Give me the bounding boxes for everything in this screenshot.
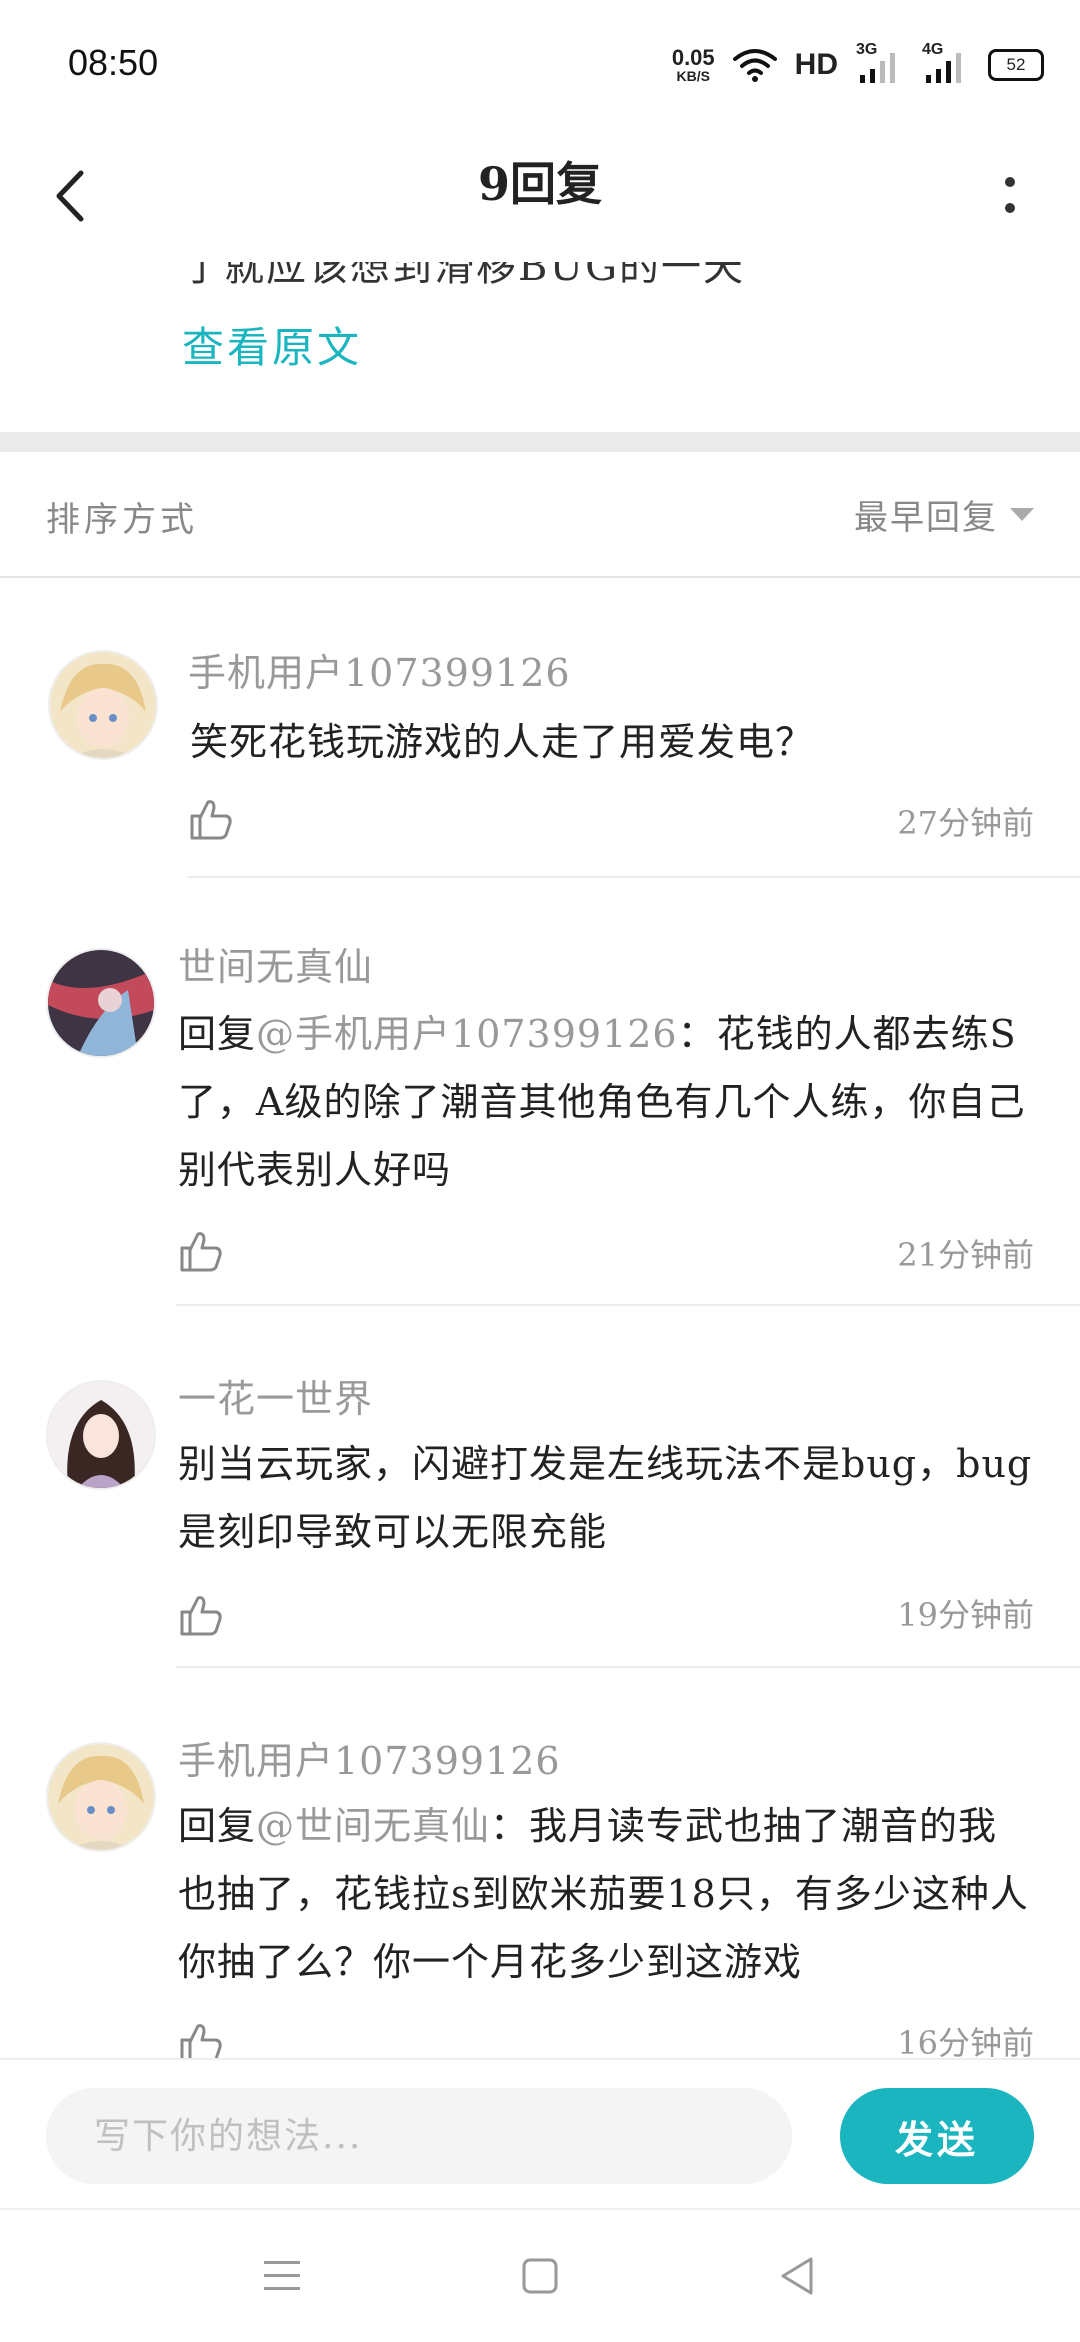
reply-mention[interactable]: @手机用户107399126 xyxy=(256,1012,678,1056)
home-nav-button[interactable] xyxy=(512,2248,568,2304)
comment-text: 别当云玩家，闪避打发是左线玩法不是bug，bug是刻印导致可以无限充能 xyxy=(178,1430,1034,1566)
avatar[interactable] xyxy=(46,948,156,1058)
thumbs-up-icon xyxy=(180,1232,222,1272)
net-speed-value: 0.05 xyxy=(671,45,715,70)
battery-level: 52 xyxy=(1006,55,1026,74)
sort-dropdown[interactable]: 最早回复 xyxy=(854,490,1034,539)
reply-separator: ： xyxy=(677,1012,717,1056)
back-triangle-icon xyxy=(781,2257,813,2295)
sort-selected: 最早回复 xyxy=(854,498,998,538)
signal-sim1-icon: 3G xyxy=(856,41,904,85)
home-square-icon xyxy=(522,2258,558,2294)
original-post-snippet: 了就应该想到滑移BUG的一天 查看原文 xyxy=(0,262,1080,432)
send-button[interactable]: 发送 xyxy=(840,2088,1034,2184)
status-icons: 0.05 KB/S HD 3G 4G 52 xyxy=(672,40,1044,90)
avatar[interactable] xyxy=(46,1380,156,1490)
comment-username[interactable]: 世间无真仙 xyxy=(178,936,373,991)
comment-body: 笑死花钱玩游戏的人走了用爱发电？ xyxy=(190,720,815,764)
section-divider xyxy=(0,432,1080,452)
comment-username[interactable]: 手机用户107399126 xyxy=(178,1730,561,1785)
thumbs-up-icon xyxy=(190,800,232,840)
page-title: 9回复 xyxy=(477,157,602,211)
comment-time: 21分钟前 xyxy=(897,1236,1034,1274)
reply-prefix: 回复 xyxy=(178,1012,257,1056)
comment-time: 19分钟前 xyxy=(897,1596,1034,1634)
comment-item: 手机用户107399126 回复@世间无真仙：我月读专武也抽了潮音的我也抽了，花… xyxy=(0,1668,1080,2058)
view-original-link[interactable]: 查看原文 xyxy=(182,314,362,375)
comment-time: 16分钟前 xyxy=(897,2024,1034,2058)
like-button[interactable] xyxy=(178,1592,228,1642)
thumbs-up-icon xyxy=(180,2024,222,2058)
reply-prefix: 回复 xyxy=(178,1804,257,1848)
avatar[interactable] xyxy=(46,1742,156,1852)
battery-icon: 52 xyxy=(988,49,1044,81)
avatar[interactable] xyxy=(48,650,158,760)
net-speed: 0.05 KB/S xyxy=(671,45,715,84)
comment-text: 笑死花钱玩游戏的人走了用爱发电？ xyxy=(190,708,1034,776)
more-vertical-icon xyxy=(1005,177,1015,213)
top-nav: 9回复 xyxy=(0,130,1080,264)
comment-text: 回复@世间无真仙：我月读专武也抽了潮音的我也抽了，花钱拉s到欧米茄要18只，有多… xyxy=(178,1792,1034,1996)
comment-text: 回复@手机用户107399126：花钱的人都去练S了，A级的除了潮音其他角色有几… xyxy=(178,1000,1034,1204)
reply-mention[interactable]: @世间无真仙 xyxy=(256,1804,490,1848)
thumbs-up-icon xyxy=(180,1596,222,1636)
reply-separator: ： xyxy=(490,1804,530,1848)
menu-icon xyxy=(264,2261,300,2290)
like-button[interactable] xyxy=(178,1228,228,1278)
net-speed-unit: KB/S xyxy=(676,68,710,84)
comment-time: 27分钟前 xyxy=(897,804,1034,842)
like-button[interactable] xyxy=(188,796,238,846)
like-button[interactable] xyxy=(178,2020,228,2058)
comment-composer: 发送 xyxy=(0,2058,1080,2210)
status-bar: 08:50 0.05 KB/S HD 3G 4G 52 xyxy=(0,0,1080,130)
original-text: 了就应该想到滑移BUG的一天 xyxy=(182,262,746,290)
comment-username[interactable]: 手机用户107399126 xyxy=(188,642,571,697)
menu-nav-button[interactable] xyxy=(254,2248,310,2304)
comment-item: 手机用户107399126 笑死花钱玩游戏的人走了用爱发电？ 27分钟前 xyxy=(0,578,1080,878)
comment-item: 世间无真仙 回复@手机用户107399126：花钱的人都去练S了，A级的除了潮音… xyxy=(0,878,1080,1306)
signal-sim2-icon: 4G xyxy=(922,41,970,85)
more-button[interactable] xyxy=(980,158,1040,234)
wifi-icon xyxy=(732,49,777,82)
sort-bar: 排序方式 最早回复 xyxy=(0,452,1080,578)
comment-input[interactable] xyxy=(46,2088,792,2184)
comment-username[interactable]: 一花一世界 xyxy=(178,1368,373,1423)
hd-indicator: HD xyxy=(794,48,838,81)
status-time: 08:50 xyxy=(68,42,159,83)
dropdown-triangle-icon xyxy=(1010,508,1034,521)
comment-item: 一花一世界 别当云玩家，闪避打发是左线玩法不是bug，bug是刻印导致可以无限充… xyxy=(0,1306,1080,1668)
back-nav-button[interactable] xyxy=(768,2248,824,2304)
system-nav-bar xyxy=(0,2208,1080,2342)
sort-label: 排序方式 xyxy=(46,500,198,540)
comment-body: 别当云玩家，闪避打发是左线玩法不是bug，bug是刻印导致可以无限充能 xyxy=(178,1442,1033,1554)
